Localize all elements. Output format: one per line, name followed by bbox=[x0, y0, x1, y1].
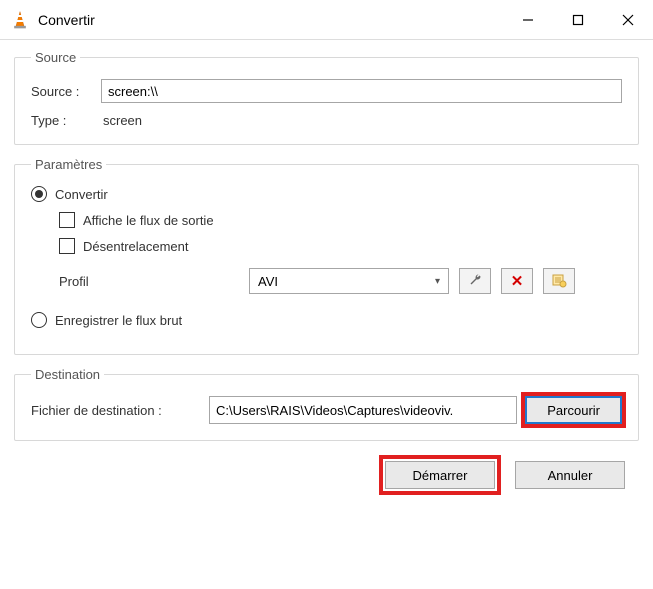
dest-file-input[interactable] bbox=[209, 396, 517, 424]
convert-radio[interactable] bbox=[31, 186, 47, 202]
cancel-button[interactable]: Annuler bbox=[515, 461, 625, 489]
profile-select[interactable]: AVI ▾ bbox=[249, 268, 449, 294]
deinterlace-checkbox[interactable] bbox=[59, 238, 75, 254]
new-profile-button[interactable] bbox=[543, 268, 575, 294]
destination-legend: Destination bbox=[31, 367, 104, 382]
source-fieldset: Source Source : Type : screen bbox=[14, 50, 639, 145]
destination-fieldset: Destination Fichier de destination : Par… bbox=[14, 367, 639, 441]
wrench-icon bbox=[467, 272, 483, 291]
raw-radio-label: Enregistrer le flux brut bbox=[55, 313, 182, 328]
x-icon: ✕ bbox=[511, 272, 524, 290]
type-label: Type : bbox=[31, 113, 101, 128]
browse-button[interactable]: Parcourir bbox=[525, 396, 622, 424]
maximize-button[interactable] bbox=[553, 0, 603, 39]
window-title: Convertir bbox=[38, 12, 503, 28]
source-legend: Source bbox=[31, 50, 80, 65]
convert-radio-row[interactable]: Convertir bbox=[31, 186, 622, 202]
params-fieldset: Paramètres Convertir Affiche le flux de … bbox=[14, 157, 639, 355]
new-profile-icon bbox=[551, 272, 567, 291]
title-bar: Convertir bbox=[0, 0, 653, 40]
vlc-icon bbox=[10, 10, 30, 30]
minimize-button[interactable] bbox=[503, 0, 553, 39]
raw-radio-row[interactable]: Enregistrer le flux brut bbox=[31, 312, 622, 328]
profile-selected-value: AVI bbox=[258, 274, 278, 289]
delete-profile-button[interactable]: ✕ bbox=[501, 268, 533, 294]
type-value: screen bbox=[101, 113, 142, 128]
params-legend: Paramètres bbox=[31, 157, 106, 172]
raw-radio[interactable] bbox=[31, 312, 47, 328]
profile-label: Profil bbox=[59, 274, 239, 289]
deinterlace-checkbox-row[interactable]: Désentrelacement bbox=[59, 238, 622, 254]
edit-profile-button[interactable] bbox=[459, 268, 491, 294]
close-button[interactable] bbox=[603, 0, 653, 39]
show-output-checkbox-row[interactable]: Affiche le flux de sortie bbox=[59, 212, 622, 228]
show-output-label: Affiche le flux de sortie bbox=[83, 213, 214, 228]
deinterlace-label: Désentrelacement bbox=[83, 239, 189, 254]
start-button[interactable]: Démarrer bbox=[385, 461, 495, 489]
convert-radio-label: Convertir bbox=[55, 187, 108, 202]
source-input[interactable] bbox=[101, 79, 622, 103]
show-output-checkbox[interactable] bbox=[59, 212, 75, 228]
dest-file-label: Fichier de destination : bbox=[31, 403, 201, 418]
source-label: Source : bbox=[31, 84, 101, 99]
chevron-down-icon: ▾ bbox=[435, 276, 440, 287]
